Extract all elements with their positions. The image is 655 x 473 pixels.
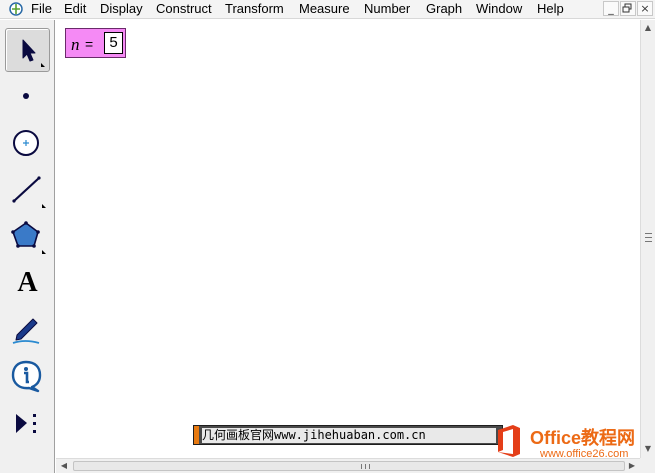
brand-name: Office教程网 <box>530 428 636 448</box>
pen-icon <box>12 318 40 344</box>
point-tool[interactable] <box>5 76 50 120</box>
point-icon <box>23 93 29 99</box>
menu-help[interactable]: Help <box>537 1 564 17</box>
scroll-left-icon[interactable]: ◀ <box>57 459 71 473</box>
information-tool[interactable] <box>5 355 50 399</box>
restore-button[interactable] <box>620 1 636 16</box>
compass-tool[interactable] <box>5 122 50 166</box>
app-icon[interactable] <box>9 2 23 16</box>
menu-construct[interactable]: Construct <box>156 1 212 17</box>
arrow-tool[interactable] <box>5 28 50 72</box>
scroll-grip-icon[interactable] <box>645 233 652 242</box>
compass-circle-icon <box>13 130 39 156</box>
text-tool[interactable]: A <box>5 260 50 304</box>
restore-icon <box>622 3 632 13</box>
size-grip <box>640 458 655 473</box>
minimize-button[interactable]: _ <box>603 1 619 16</box>
office-logo-icon <box>498 425 520 457</box>
horizontal-scrollbar[interactable]: ◀ ▶ <box>56 458 640 473</box>
menu-measure[interactable]: Measure <box>299 1 350 17</box>
scroll-down-icon[interactable]: ▼ <box>641 442 655 456</box>
straightedge-tool[interactable] <box>5 168 50 212</box>
submenu-indicator-icon <box>42 250 46 254</box>
close-button[interactable]: × <box>637 1 653 16</box>
watermark-text: 几何画板官网www.jihehuaban.com.cn <box>202 428 496 443</box>
watermark-bar: 几何画板官网www.jihehuaban.com.cn <box>193 425 503 445</box>
watermark-accent <box>194 426 199 444</box>
parameter-value-field[interactable]: 5 <box>104 32 123 54</box>
submenu-indicator-icon <box>41 63 45 67</box>
scroll-up-icon[interactable]: ▲ <box>641 21 655 35</box>
scroll-grip-icon <box>361 464 370 469</box>
scroll-right-icon[interactable]: ▶ <box>625 459 639 473</box>
vertical-scrollbar[interactable]: ▲ ▼ <box>640 20 655 458</box>
parameter-box[interactable]: n = 5 <box>65 28 126 58</box>
horizontal-scroll-thumb[interactable] <box>73 461 625 471</box>
submenu-indicator-icon <box>42 204 46 208</box>
parameter-equals: = <box>85 36 94 52</box>
menu-window[interactable]: Window <box>476 1 522 17</box>
polygon-tool[interactable] <box>5 214 50 258</box>
play-more-icon <box>16 414 36 433</box>
info-bubble-icon <box>11 360 42 393</box>
sketch-canvas[interactable] <box>56 20 640 458</box>
menu-file[interactable]: File <box>31 1 52 17</box>
brand-url: www.office26.com <box>540 448 629 460</box>
toolbox: A <box>0 20 55 473</box>
parameter-name: n <box>71 35 80 54</box>
custom-tools[interactable] <box>5 402 50 446</box>
menu-number[interactable]: Number <box>364 1 410 17</box>
menu-edit[interactable]: Edit <box>64 1 86 17</box>
menu-display[interactable]: Display <box>100 1 143 17</box>
letter-a-icon: A <box>17 267 38 298</box>
menu-bar: File Edit Display Construct Transform Me… <box>0 0 655 19</box>
menu-transform[interactable]: Transform <box>225 1 284 17</box>
menu-graph[interactable]: Graph <box>426 1 462 17</box>
marker-tool[interactable] <box>5 308 50 352</box>
